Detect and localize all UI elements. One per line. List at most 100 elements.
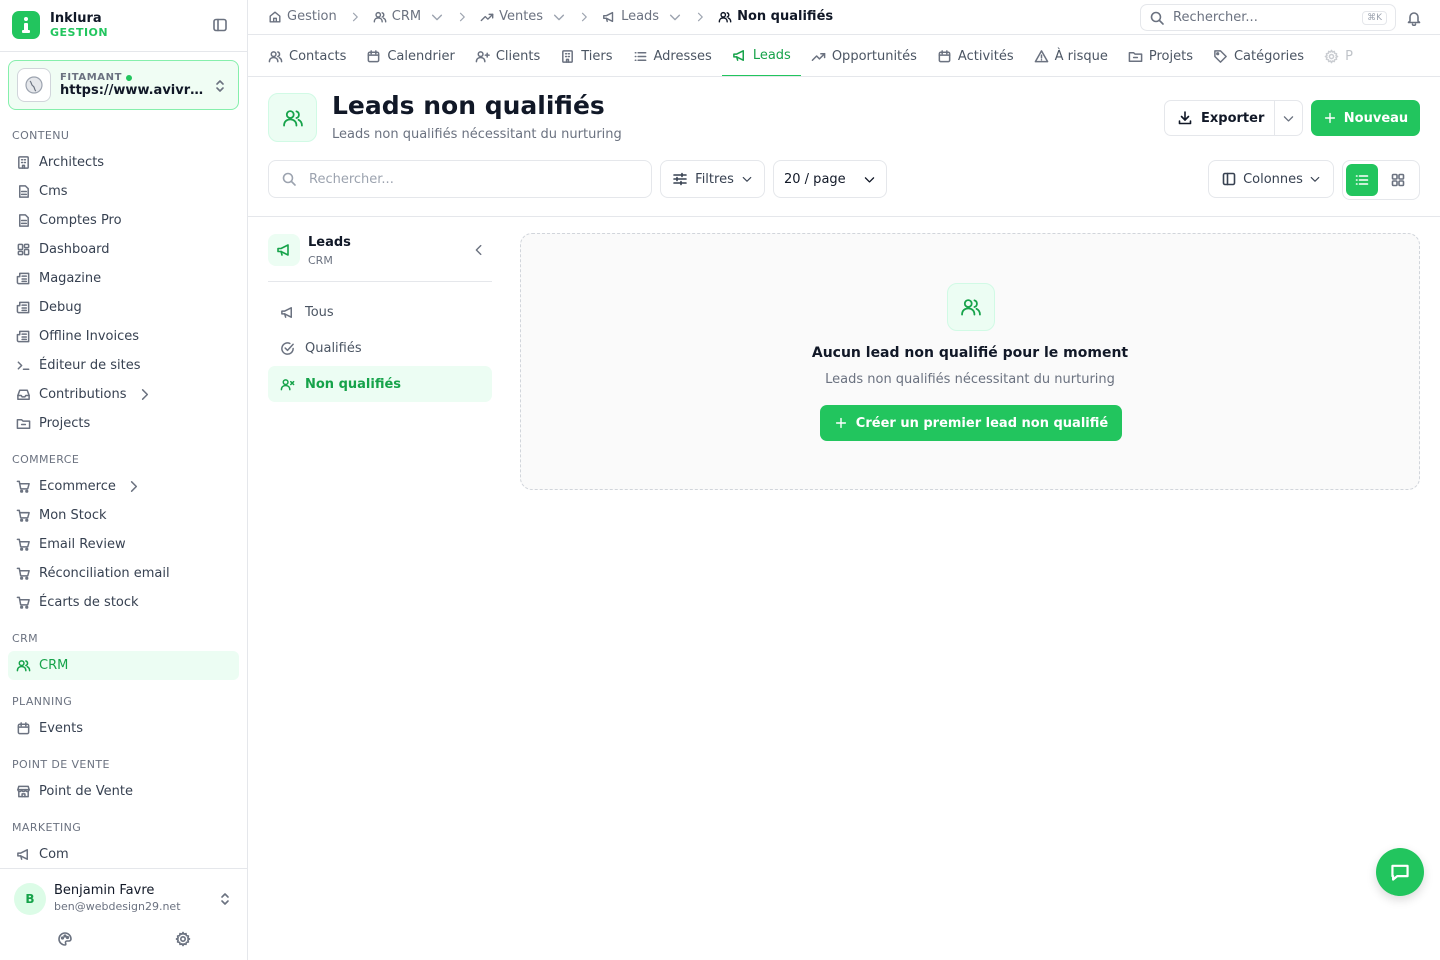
list-view-button[interactable] <box>1346 164 1378 196</box>
plus-icon <box>1324 112 1335 124</box>
export-button-group: Exporter <box>1164 100 1303 136</box>
user-email: ben@webdesign29.net <box>54 900 181 913</box>
topbar: Gestion CRM Ventes Leads Non qualifiés R… <box>248 0 1440 34</box>
sidebar-item-ecarts-de-stock[interactable]: Écarts de stock <box>8 588 239 617</box>
sidebar-item-contributions[interactable]: Contributions <box>8 380 239 409</box>
breadcrumb-leads[interactable]: Leads <box>602 9 682 24</box>
sidebar-toggle-icon[interactable] <box>212 17 228 33</box>
breadcrumb-gestion[interactable]: Gestion <box>268 9 337 24</box>
trending-up-icon <box>811 52 826 61</box>
sidebar-item-magazine[interactable]: Magazine <box>8 264 239 293</box>
subnav-item-non-qualifies[interactable]: Non qualifiés <box>268 366 492 402</box>
breadcrumb-ventes[interactable]: Ventes <box>480 9 566 24</box>
chevron-down-icon <box>1283 115 1294 122</box>
tab-projets[interactable]: Projets <box>1118 35 1203 76</box>
tab-clients[interactable]: Clients <box>465 35 550 76</box>
sidebar-item-point-de-vente[interactable]: Point de Vente <box>8 777 239 806</box>
subnav-list: Tous Qualifiés Non qualifiés <box>268 294 492 402</box>
calendar-icon <box>938 49 951 62</box>
global-search[interactable]: Rechercher... ⌘K <box>1140 4 1396 31</box>
chevron-down-icon <box>554 14 565 20</box>
site-url: https://www.avivre.fr <box>60 83 210 98</box>
sidebar-item-events[interactable]: Events <box>8 714 239 743</box>
sidebar-item-editeur-de-sites[interactable]: Éditeur de sites <box>8 351 239 380</box>
tab-p[interactable]: P <box>1314 35 1363 76</box>
tag-icon <box>1214 49 1227 63</box>
chevron-right-icon <box>697 12 703 21</box>
chevrons-up-down-icon <box>212 78 228 94</box>
tab-activites[interactable]: Activités <box>927 35 1024 76</box>
export-dropdown-button[interactable] <box>1275 112 1302 125</box>
download-icon <box>1178 111 1192 125</box>
tab-tiers[interactable]: Tiers <box>550 35 622 76</box>
tab-categories[interactable]: Catégories <box>1203 35 1314 76</box>
sidebar-item-dashboard[interactable]: Dashboard <box>8 235 239 264</box>
divider <box>0 51 248 52</box>
tab-label: Adresses <box>653 48 712 64</box>
tab-label: Contacts <box>289 48 347 64</box>
sidebar-item-architects[interactable]: Architects <box>8 148 239 177</box>
sidebar-item-mon-stock[interactable]: Mon Stock <box>8 501 239 530</box>
cart-icon <box>16 509 30 522</box>
file-icon <box>19 214 29 227</box>
status-dot <box>126 74 133 81</box>
sidebar-item-label: Dashboard <box>39 242 110 257</box>
sidebar-item-label: Email Review <box>39 537 126 552</box>
home-icon <box>269 10 281 23</box>
cart-icon <box>16 596 30 609</box>
brand[interactable]: Inklura GESTION <box>12 11 108 39</box>
tab-adresses[interactable]: Adresses <box>623 35 722 76</box>
user-x-icon <box>280 378 295 390</box>
palette-icon[interactable] <box>57 931 73 947</box>
site-selector[interactable]: FITAMANT https://www.avivre.fr <box>8 60 239 110</box>
sidebar-item-comptes-pro[interactable]: Comptes Pro <box>8 206 239 235</box>
subnav-item-qualifies[interactable]: Qualifiés <box>268 330 492 366</box>
sidebar-item-email-review[interactable]: Email Review <box>8 530 239 559</box>
gear-icon[interactable] <box>175 931 191 947</box>
user-plus-icon <box>475 50 490 62</box>
cart-icon <box>16 538 30 551</box>
create-first-lead-button[interactable]: Créer un premier lead non qualifié <box>820 405 1122 441</box>
sidebar-item-com[interactable]: Com <box>8 840 239 868</box>
global-search-placeholder: Rechercher... <box>1173 10 1258 25</box>
sidebar-item-projects[interactable]: Projects <box>8 409 239 438</box>
sliders-icon <box>673 172 687 186</box>
subnav-item-tous[interactable]: Tous <box>268 294 492 330</box>
tab-leads[interactable]: Leads <box>721 35 801 76</box>
export-button[interactable]: Exporter <box>1165 101 1275 135</box>
tab-a-risque[interactable]: À risque <box>1024 35 1118 76</box>
subnav-title: Leads <box>308 235 351 250</box>
sidebar-item-reconciliation-email[interactable]: Réconciliation email <box>8 559 239 588</box>
list-search-input[interactable] <box>309 171 629 187</box>
tab-opportunites[interactable]: Opportunités <box>801 35 927 76</box>
empty-state: Aucun lead non qualifié pour le moment L… <box>520 233 1420 490</box>
sidebar-item-debug[interactable]: Debug <box>8 293 239 322</box>
filters-button[interactable]: Filtres <box>660 160 765 198</box>
chat-button[interactable] <box>1376 848 1424 896</box>
tab-contacts[interactable]: Contacts <box>258 35 356 76</box>
breadcrumb-current: Non qualifiés <box>718 9 833 24</box>
per-page-select[interactable]: 20 / page <box>773 160 887 198</box>
user-menu[interactable]: B Benjamin Favre ben@webdesign29.net <box>0 868 247 960</box>
chevron-right-icon <box>581 12 587 21</box>
new-button[interactable]: Nouveau <box>1311 100 1420 136</box>
chevron-left-icon[interactable] <box>472 243 486 257</box>
sidebar-item-cms[interactable]: Cms <box>8 177 239 206</box>
breadcrumb-crm[interactable]: CRM <box>373 9 444 24</box>
grid-view-button[interactable] <box>1382 164 1414 196</box>
avatar: B <box>14 883 46 915</box>
chevron-right-icon <box>130 481 137 492</box>
divider <box>248 216 1440 217</box>
sidebar-item-offline-invoices[interactable]: Offline Invoices <box>8 322 239 351</box>
sidebar-item-label: Com <box>39 847 69 862</box>
chevron-down-icon <box>742 176 752 182</box>
sidebar-item-ecommerce[interactable]: Ecommerce <box>8 472 239 501</box>
bell-icon[interactable] <box>1406 10 1422 26</box>
tab-label: À risque <box>1054 48 1108 64</box>
sidebar-item-crm[interactable]: CRM <box>8 651 239 680</box>
columns-button[interactable]: Colonnes <box>1208 160 1334 198</box>
tab-calendrier[interactable]: Calendrier <box>356 35 464 76</box>
page-title: Leads non qualifiés <box>332 91 605 120</box>
